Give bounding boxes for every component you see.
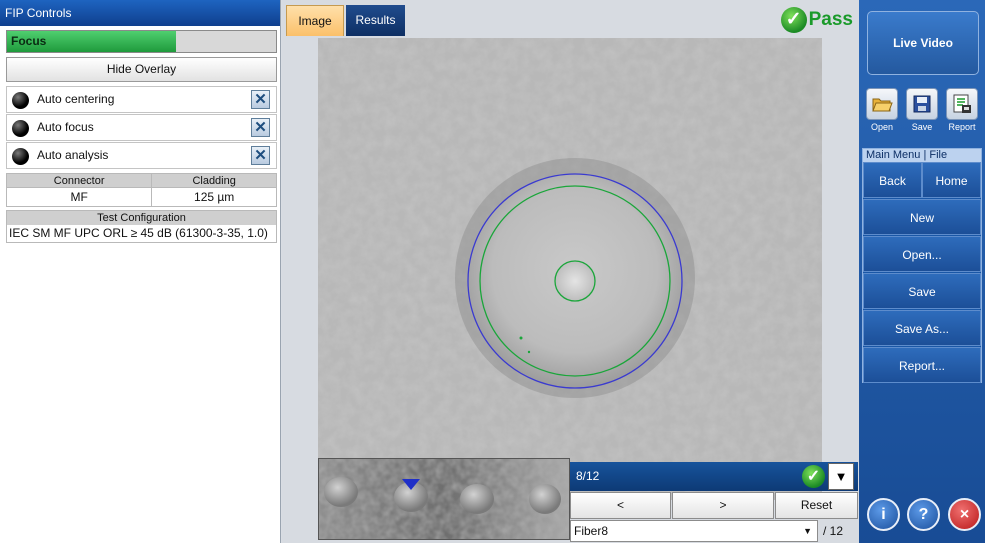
pass-check-icon: ✓	[780, 7, 807, 33]
menu-item-save[interactable]: Save	[863, 273, 981, 309]
report-button[interactable]: Report	[945, 88, 979, 132]
info-icon[interactable]: i	[867, 498, 900, 531]
cladding-value: 125 µm	[151, 187, 277, 207]
open-button[interactable]: Open	[865, 88, 899, 132]
back-button[interactable]: Back	[863, 162, 922, 198]
connector-spec-table: Connector Cladding MF 125 µm	[5, 173, 277, 207]
live-video-button[interactable]: Live Video	[867, 11, 979, 75]
next-fiber-button[interactable]: >	[672, 492, 774, 519]
close-icon[interactable]: ×	[948, 498, 981, 531]
menu-item-save-as[interactable]: Save As...	[863, 310, 981, 346]
disable-x-icon[interactable]: ✕	[251, 118, 270, 137]
core-ring	[554, 260, 596, 302]
fiber-counter: 8/12	[576, 469, 600, 483]
connector-value: MF	[5, 187, 153, 207]
pass-label: Pass	[808, 9, 853, 30]
navigator-header: 8/12 ✓ ▼	[570, 462, 858, 491]
menu-item-report[interactable]: Report...	[863, 347, 981, 383]
main-view: Image Results ✓ Pass 8/12 ✓ ▼ < > Reset …	[282, 0, 859, 543]
fiber-pass-check-icon: ✓	[802, 465, 825, 488]
help-icon[interactable]: ?	[907, 498, 940, 531]
right-menu-panel: Live Video Open Save Report Main Menu | …	[859, 0, 985, 543]
option-label: Auto focus	[37, 120, 94, 134]
disable-x-icon[interactable]: ✕	[251, 146, 270, 165]
focus-meter: Focus	[6, 30, 277, 53]
report-label: Report	[948, 122, 976, 132]
hide-overlay-button[interactable]: Hide Overlay	[6, 57, 277, 82]
open-folder-icon	[866, 88, 898, 120]
main-menu: Main Menu | File Back Home New Open... S…	[862, 148, 982, 383]
status-led-icon	[12, 92, 29, 109]
fiber-thumbnail-strip[interactable]	[318, 458, 570, 540]
breadcrumb: Main Menu | File	[863, 149, 981, 162]
test-config-value: IEC SM MF UPC ORL ≥ 45 dB (61300-3-35, 1…	[9, 226, 268, 240]
thumbnail-fiber[interactable]	[460, 484, 494, 514]
option-label: Auto analysis	[37, 148, 109, 162]
status-led-icon	[12, 120, 29, 137]
save-label: Save	[911, 122, 933, 132]
home-button[interactable]: Home	[922, 162, 981, 198]
fiber-navigator: 8/12 ✓ ▼ < > Reset Fiber8 ▼ / 12	[570, 462, 858, 543]
option-auto-centering: Auto centering ✕	[6, 86, 277, 113]
disable-x-icon[interactable]: ✕	[251, 90, 270, 109]
tab-results[interactable]: Results	[346, 5, 405, 36]
menu-item-open[interactable]: Open...	[863, 236, 981, 272]
test-configuration: Test Configuration IEC SM MF UPC ORL ≥ 4…	[6, 210, 277, 243]
chevron-down-icon: ▼	[803, 526, 812, 536]
option-auto-focus: Auto focus ✕	[6, 114, 277, 141]
thumbnail-fiber[interactable]	[324, 477, 358, 507]
open-label: Open	[870, 122, 894, 132]
test-config-header: Test Configuration	[7, 211, 276, 225]
fiber-endface-image[interactable]	[318, 38, 822, 500]
panel-title: FIP Controls	[0, 0, 280, 26]
pass-status-badge: ✓ Pass	[780, 6, 853, 34]
navigator-dropdown-icon[interactable]: ▼	[828, 463, 854, 490]
fiber-select[interactable]: Fiber8 ▼	[570, 520, 818, 542]
fiber-select-value: Fiber8	[574, 524, 609, 538]
tab-image[interactable]: Image	[286, 5, 344, 36]
fip-controls-panel: FIP Controls Focus Hide Overlay Auto cen…	[0, 0, 281, 543]
connector-header: Connector	[5, 173, 153, 188]
report-icon	[946, 88, 978, 120]
menu-item-new[interactable]: New	[863, 199, 981, 235]
option-auto-analysis: Auto analysis ✕	[6, 142, 277, 169]
cladding-header: Cladding	[151, 173, 277, 188]
status-led-icon	[12, 148, 29, 165]
fiber-total: / 12	[823, 524, 844, 538]
save-button[interactable]: Save	[905, 88, 939, 132]
option-label: Auto centering	[37, 92, 115, 106]
focus-label: Focus	[11, 34, 47, 48]
thumbnail-fiber[interactable]	[529, 484, 561, 514]
floppy-disk-icon	[906, 88, 938, 120]
previous-fiber-button[interactable]: <	[570, 492, 671, 519]
reset-button[interactable]: Reset	[775, 492, 858, 519]
